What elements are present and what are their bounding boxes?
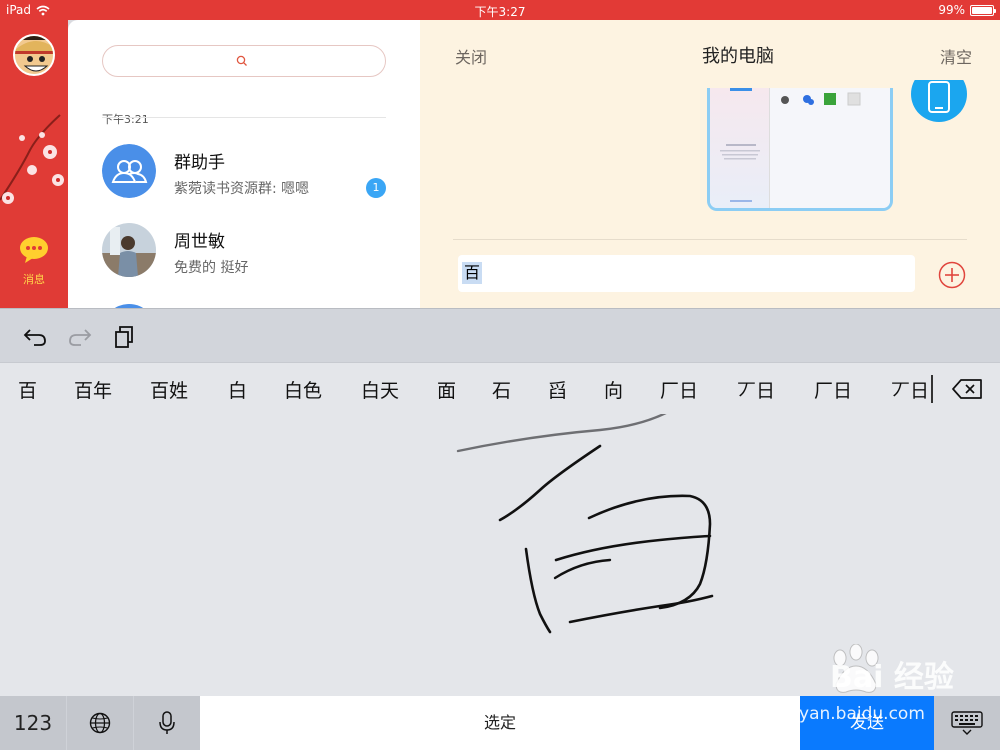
group-icon [102, 144, 156, 198]
keyboard-bottom-row: 123 选定 发送 [0, 696, 1000, 750]
handwriting-pad[interactable] [0, 410, 1000, 696]
list-item-zhou-shimin[interactable]: 周世敏 免费的 挺好 [102, 223, 420, 283]
candidate-word[interactable]: 石 [492, 376, 511, 403]
candidate-word[interactable]: 厂日 [814, 376, 852, 403]
message-input[interactable]: 百 [458, 255, 915, 292]
group-assistant-avatar [102, 144, 156, 198]
list-item-group-assistant[interactable]: 群助手 紫菀读书资源群: 嗯嗯 1 [102, 144, 420, 204]
chat-window: 关闭 我的电脑 清空 百 [420, 20, 1000, 308]
unread-badge: 1 [366, 178, 386, 198]
candidate-word[interactable]: 舀 [548, 376, 567, 403]
search-icon [236, 55, 247, 66]
conversation-name: 周世敏 [174, 232, 225, 252]
tab-messages-label[interactable]: 消息 [0, 271, 68, 287]
clock: 下午3:27 [474, 5, 526, 19]
battery-fill [972, 6, 992, 14]
candidate-word[interactable]: 丆日 [737, 376, 775, 403]
message-icon[interactable] [19, 236, 49, 264]
conversation-preview: 免费的 挺好 [174, 260, 249, 276]
phone-device-icon [911, 80, 967, 122]
conversation-list: 下午3:21 群助手 紫菀读书资源群: 嗯嗯 1 周世敏 免费的 挺好 [68, 20, 420, 308]
blossom-decoration [0, 114, 64, 204]
candidate-word[interactable]: 向 [604, 376, 623, 403]
paste-icon[interactable] [112, 324, 138, 348]
screenshot-message-thumbnail[interactable] [707, 88, 893, 211]
divider [453, 239, 967, 240]
thumbnail-app-grid [770, 88, 890, 208]
redo-icon[interactable] [67, 324, 93, 348]
candidate-word[interactable]: 百姓 [150, 376, 188, 403]
candidate-word[interactable]: 白 [228, 376, 247, 403]
input-text: 百 [462, 262, 483, 284]
globe-icon [89, 712, 111, 734]
section-timestamp: 下午3:21 [102, 113, 149, 126]
divider [102, 117, 386, 118]
candidate-word[interactable]: 白色 [284, 376, 322, 403]
status-bar: iPad 下午3:27 99% [0, 0, 1000, 20]
user-avatar[interactable] [13, 34, 55, 76]
conversation-preview: 紫菀读书资源群: 嗯嗯 [174, 181, 310, 197]
backspace-icon[interactable] [951, 378, 983, 400]
text-cursor [931, 375, 933, 403]
contact-avatar [102, 223, 156, 277]
candidate-bar: 百 百年 百姓 白 白色 白天 面 石 舀 向 厂日 丆日 厂日 丆日 [0, 362, 1000, 414]
globe-key[interactable] [67, 696, 133, 750]
search-input[interactable] [102, 45, 386, 77]
thumbnail-sidebar [710, 88, 770, 208]
candidate-word[interactable]: 百 [18, 376, 37, 403]
candidate-word[interactable]: 厂日 [660, 376, 698, 403]
clear-button[interactable]: 清空 [940, 44, 972, 68]
candidate-word[interactable]: 百年 [74, 376, 112, 403]
candidate-word[interactable]: 面 [437, 376, 456, 403]
candidate-word[interactable]: 丆日 [891, 376, 929, 403]
numbers-key[interactable]: 123 [0, 696, 66, 750]
microphone-icon [159, 711, 175, 734]
keyboard-toolbar [0, 308, 1000, 362]
select-key[interactable]: 选定 [200, 696, 800, 750]
chat-title: 我的电脑 [702, 46, 774, 67]
send-key[interactable]: 发送 [800, 696, 934, 750]
battery-icon [970, 4, 996, 16]
dictation-key[interactable] [134, 696, 200, 750]
undo-icon[interactable] [22, 324, 48, 348]
battery-percent: 99% [938, 3, 965, 17]
candidate-word[interactable]: 白天 [361, 376, 399, 403]
dismiss-keyboard-key[interactable] [934, 696, 1000, 750]
conversation-name: 群助手 [174, 153, 225, 173]
handwriting-strokes [456, 410, 714, 634]
sidebar: 消息 [0, 20, 68, 308]
add-icon[interactable] [938, 261, 966, 289]
keyboard-dismiss-icon [951, 711, 983, 735]
